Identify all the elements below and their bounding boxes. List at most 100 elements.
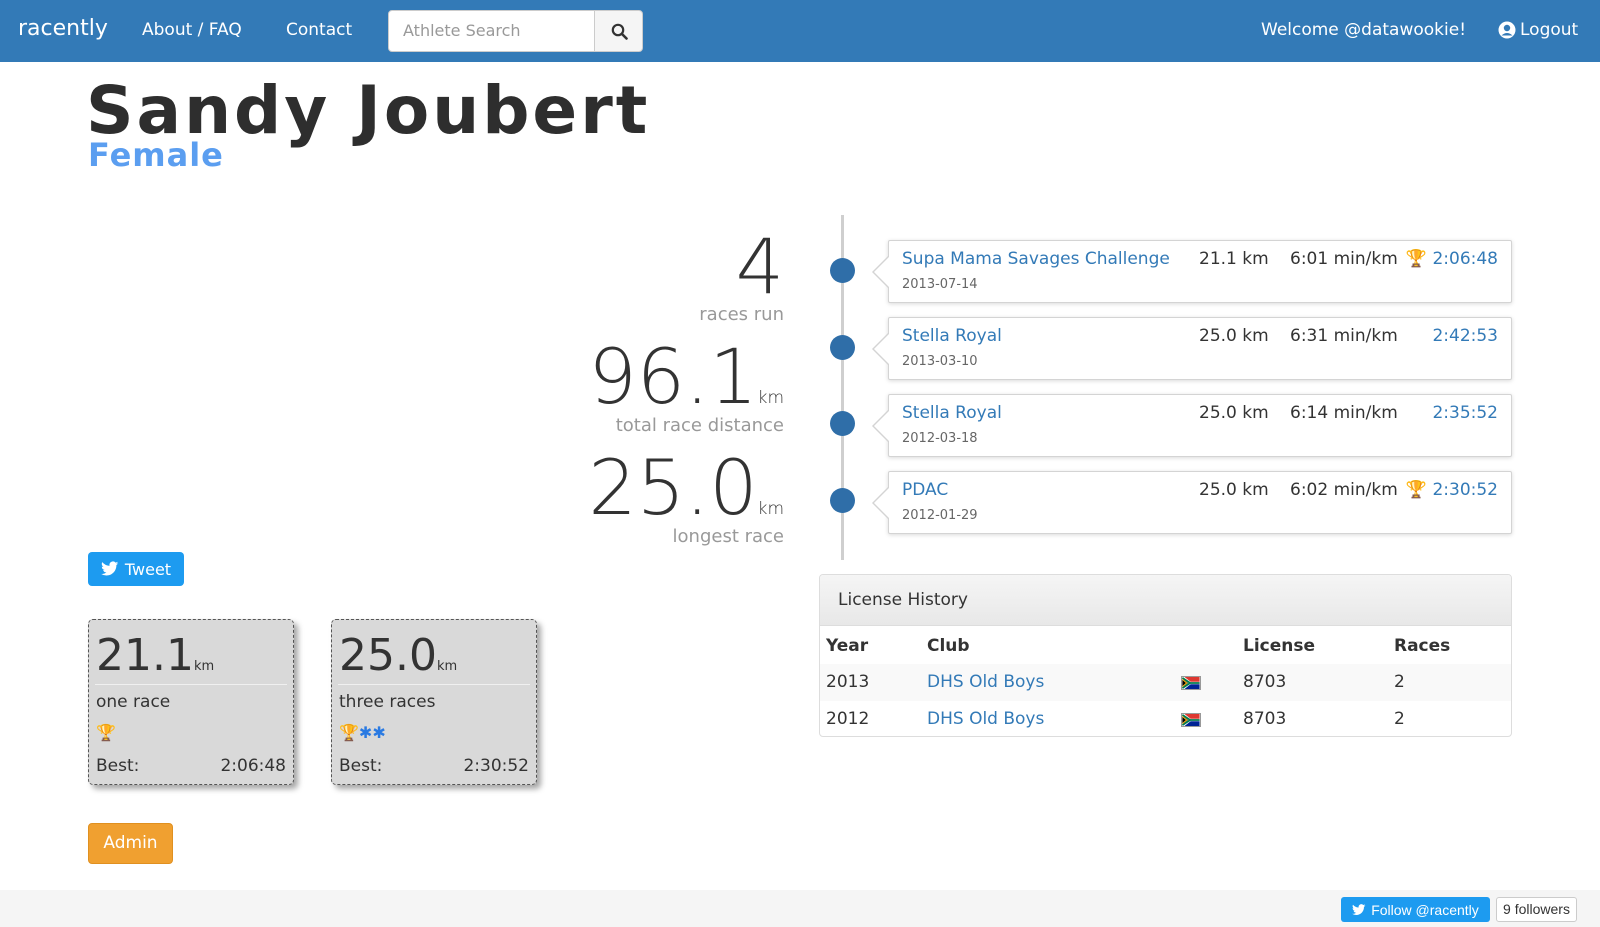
column-header-club: Club xyxy=(927,636,970,656)
timeline-dot xyxy=(830,258,855,283)
race-time: 2:06:48 xyxy=(1432,249,1498,269)
race-name-link[interactable]: PDAC xyxy=(902,480,948,500)
followers-count[interactable]: 9 followers xyxy=(1496,897,1577,922)
column-header-year: Year xyxy=(826,636,869,656)
timeline-arrow-inner xyxy=(874,487,890,519)
asterisk-icon: ✱ xyxy=(372,723,386,742)
timeline-dot xyxy=(830,411,855,436)
race-time-link[interactable]: 🏆 2:06:48 xyxy=(1406,249,1498,269)
race-name-link[interactable]: Supa Mama Savages Challenge xyxy=(902,249,1170,269)
logout-link[interactable]: Logout xyxy=(1498,20,1578,40)
distance-card-race-count: three races xyxy=(339,692,436,712)
divider xyxy=(95,684,287,685)
race-name-link[interactable]: Stella Royal xyxy=(902,326,1002,346)
races-run-count: 4 xyxy=(735,222,784,311)
race-date: 2012-01-29 xyxy=(902,508,978,523)
license-number: 8703 xyxy=(1243,672,1287,692)
tweet-label: Tweet xyxy=(124,559,172,579)
license-races: 2 xyxy=(1394,709,1405,729)
distance-card-number: 25.0 xyxy=(339,630,437,681)
athlete-gender: Female xyxy=(88,136,224,174)
twitter-bird-icon xyxy=(1352,903,1366,915)
south-africa-flag-icon xyxy=(1181,713,1201,727)
tweet-button[interactable]: Tweet xyxy=(88,552,184,586)
race-time-link[interactable]: 2:35:52 xyxy=(1432,403,1498,423)
distance-card-best-time: 2:06:48 xyxy=(220,756,286,776)
license-history-header: License History xyxy=(820,575,1511,626)
race-time-link[interactable]: 🏆 2:30:52 xyxy=(1406,480,1498,500)
distance-card-best-label: Best: xyxy=(96,756,140,776)
total-distance-value: 96.1km xyxy=(588,332,784,421)
license-number: 8703 xyxy=(1243,709,1287,729)
license-year: 2013 xyxy=(826,672,870,692)
table-row: 2013 DHS Old Boys 8703 2 xyxy=(820,664,1511,701)
race-distance: 25.0 km xyxy=(1199,480,1269,500)
race-date: 2013-07-14 xyxy=(902,277,978,292)
search-button[interactable] xyxy=(594,10,643,52)
column-header-license: License xyxy=(1243,636,1316,656)
brand-link[interactable]: racently xyxy=(18,16,108,41)
races-run-label: races run xyxy=(699,304,784,325)
table-row: 2012 DHS Old Boys 8703 2 xyxy=(820,701,1511,736)
longest-race-label: longest race xyxy=(672,526,784,547)
longest-race-number: 25.0 xyxy=(588,443,758,532)
nav-contact[interactable]: Contact xyxy=(286,20,352,40)
license-history-panel: License History Year Club License Races … xyxy=(819,574,1512,737)
nav-about-faq[interactable]: About / FAQ xyxy=(142,20,242,40)
asterisk-icon: ✱ xyxy=(358,723,373,742)
race-name-link[interactable]: Stella Royal xyxy=(902,403,1002,423)
race-time: 2:30:52 xyxy=(1432,480,1498,500)
timeline-arrow-inner xyxy=(874,333,890,365)
footer: Follow @racently 9 followers xyxy=(0,890,1600,927)
distance-card-unit: km xyxy=(436,659,458,674)
timeline-arrow-inner xyxy=(874,256,890,288)
divider xyxy=(338,684,530,685)
club-link[interactable]: DHS Old Boys xyxy=(927,672,1044,692)
total-distance-label: total race distance xyxy=(615,415,784,436)
logout-label: Logout xyxy=(1520,20,1579,40)
race-time-link[interactable]: 2:42:53 xyxy=(1432,326,1498,346)
trophy-icon: 🏆 xyxy=(1405,480,1428,500)
total-distance-number: 96.1 xyxy=(588,332,758,421)
distance-card-value: 21.1km xyxy=(96,630,214,681)
distance-card-awards: 🏆✱✱ xyxy=(339,723,386,742)
timeline-race-card: Stella Royal 2012-03-18 25.0 km 6:14 min… xyxy=(872,394,1512,457)
athlete-search-input[interactable]: Athlete Search xyxy=(388,10,595,52)
race-pace: 6:02 min/km xyxy=(1290,480,1398,500)
search-icon xyxy=(611,23,628,40)
race-distance: 25.0 km xyxy=(1199,403,1269,423)
distance-card-best-label: Best: xyxy=(339,756,383,776)
race-pace: 6:01 min/km xyxy=(1290,249,1398,269)
race-date: 2013-03-10 xyxy=(902,354,978,369)
club-link[interactable]: DHS Old Boys xyxy=(927,709,1044,729)
license-history-title: License History xyxy=(838,590,968,610)
distance-card-awards: 🏆 xyxy=(96,723,116,742)
race-pace: 6:31 min/km xyxy=(1290,326,1398,346)
distance-card-unit: km xyxy=(193,659,215,674)
timeline-arrow-inner xyxy=(874,410,890,442)
south-africa-flag-icon xyxy=(1181,676,1201,690)
timeline-race-card: Supa Mama Savages Challenge 2013-07-14 2… xyxy=(872,240,1512,303)
race-distance: 21.1 km xyxy=(1199,249,1269,269)
timeline-race-card: PDAC 2012-01-29 25.0 km 6:02 min/km 🏆 2:… xyxy=(872,471,1512,534)
distance-card-value: 25.0km xyxy=(339,630,457,681)
user-circle-icon xyxy=(1498,21,1516,39)
longest-race-value: 25.0km xyxy=(588,443,784,532)
total-distance-unit: km xyxy=(757,388,784,408)
distance-card-number: 21.1 xyxy=(96,630,194,681)
distance-card-21-1[interactable]: 21.1km one race 🏆 Best: 2:06:48 xyxy=(88,619,294,785)
twitter-bird-icon xyxy=(100,561,119,576)
license-year: 2012 xyxy=(826,709,870,729)
admin-button[interactable]: Admin xyxy=(88,823,173,864)
distance-card-race-count: one race xyxy=(96,692,171,712)
timeline-race-card: Stella Royal 2013-03-10 25.0 km 6:31 min… xyxy=(872,317,1512,380)
follow-label: Follow @racently xyxy=(1371,901,1479,918)
follow-button[interactable]: Follow @racently xyxy=(1341,897,1490,922)
welcome-text: Welcome @datawookie! xyxy=(1261,20,1467,40)
timeline-dot xyxy=(830,488,855,513)
distance-card-25-0[interactable]: 25.0km three races 🏆✱✱ Best: 2:30:52 xyxy=(331,619,537,785)
column-header-races: Races xyxy=(1394,636,1451,656)
timeline-dot xyxy=(830,335,855,360)
race-date: 2012-03-18 xyxy=(902,431,978,446)
trophy-icon: 🏆 xyxy=(339,723,359,742)
